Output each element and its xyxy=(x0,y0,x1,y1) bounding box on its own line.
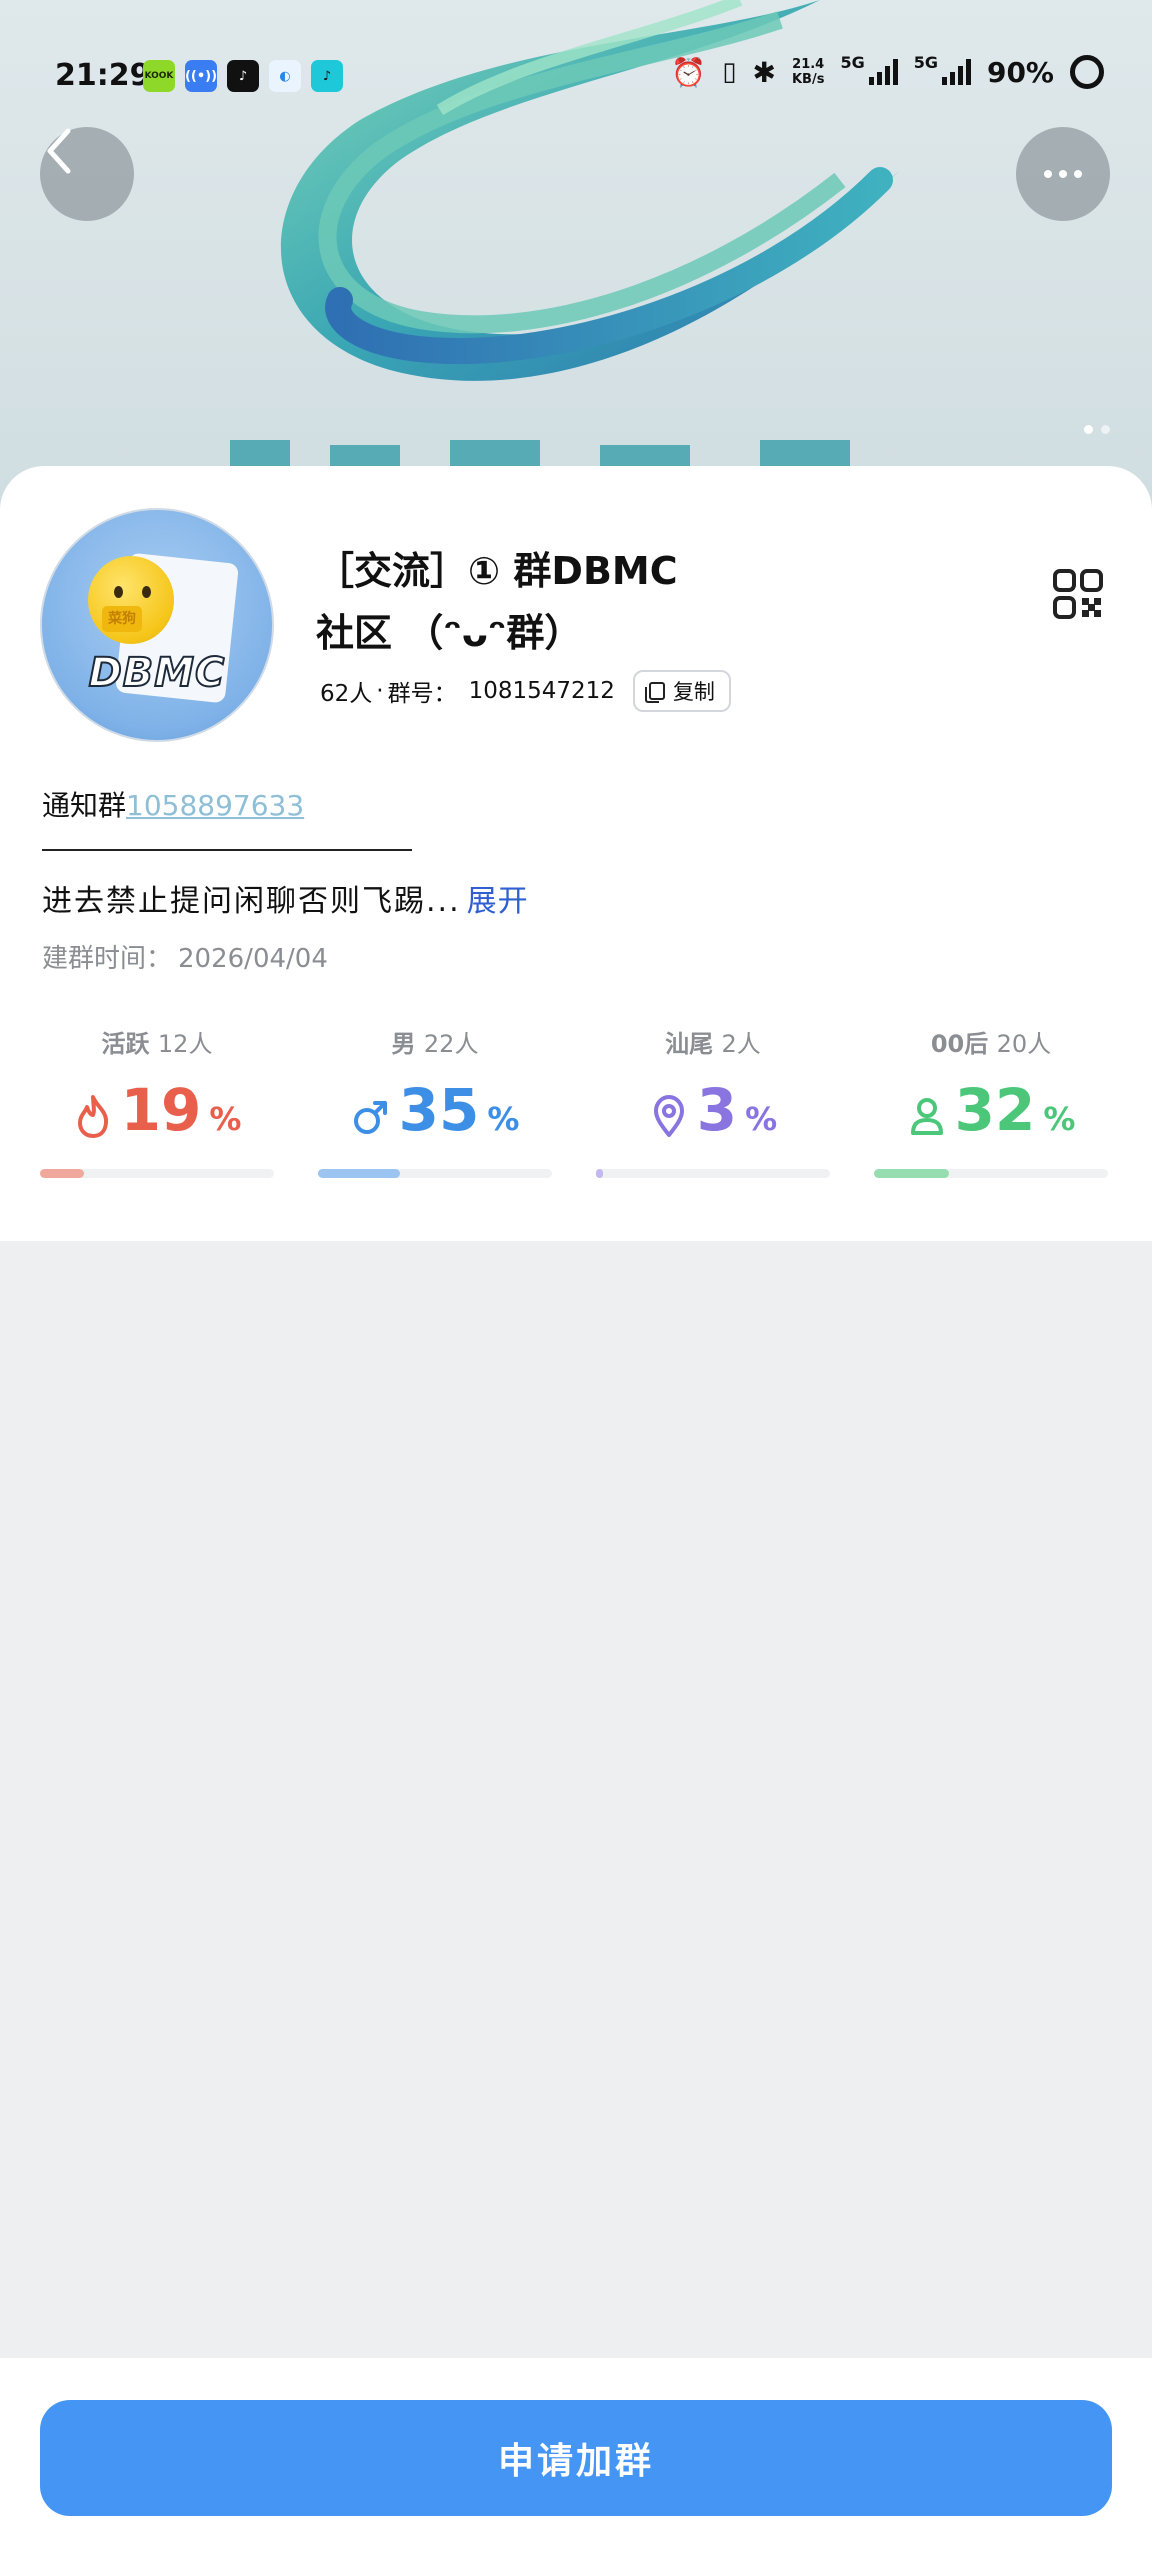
stat-label-text: 活跃 xyxy=(101,1030,150,1058)
group-title: ［交流］① 群DBMC 社区 （ᵔᴗᵔ群） xyxy=(316,540,776,664)
group-description: 进去禁止提问闲聊否则飞踢... 展开 xyxy=(42,876,529,920)
stat-label-text: 00后 xyxy=(930,1030,989,1058)
notice-label: 通知群 xyxy=(42,789,127,822)
group-id-label: 群号： xyxy=(387,681,457,707)
stat-active: 活跃 12人 19 % xyxy=(40,1024,274,1178)
stat-progress-bar xyxy=(40,1169,274,1178)
avatar-badge: 菜狗 xyxy=(102,606,142,632)
stat-progress-bar xyxy=(874,1169,1108,1178)
notice-divider xyxy=(42,849,412,851)
avatar-logo-text: DBMC xyxy=(88,649,226,697)
stat-percent-value: 35 xyxy=(398,1076,480,1144)
bottom-action-bar: 申请加群 xyxy=(0,2358,1152,2560)
created-date: 建群时间： 2026/04/04 xyxy=(42,938,328,975)
chevron-left-icon xyxy=(47,128,71,174)
stat-percent-value: 3 xyxy=(696,1076,738,1144)
stat-value: 35 % xyxy=(318,1081,552,1139)
stat-value: 32 % xyxy=(874,1081,1108,1139)
flame-icon xyxy=(77,1095,108,1138)
member-count: 62人 xyxy=(320,681,373,707)
stat-percent-value: 32 xyxy=(954,1076,1036,1144)
stat-label: 活跃 12人 xyxy=(40,1024,274,1059)
stat-location: 汕尾 2人 3 % xyxy=(596,1024,830,1178)
stat-label: 汕尾 2人 xyxy=(596,1024,830,1059)
stat-value: 3 % xyxy=(596,1081,830,1139)
created-value: 2026/04/04 xyxy=(178,944,328,974)
qq-browser-icon: ◐ xyxy=(269,60,301,92)
join-group-button[interactable]: 申请加群 xyxy=(40,2400,1112,2516)
bluetooth-icon: ✱ xyxy=(752,55,776,89)
stat-percent-unit: % xyxy=(209,1100,242,1138)
stat-progress-bar xyxy=(318,1169,552,1178)
stat-progress-fill xyxy=(596,1169,604,1178)
person-icon xyxy=(910,1098,943,1135)
group-avatar[interactable]: 菜狗 DBMC xyxy=(40,508,274,742)
stat-percent-unit: % xyxy=(1043,1100,1076,1138)
notice-line: 通知群1058897633 xyxy=(42,784,304,824)
status-time: 21:29 xyxy=(55,58,151,93)
tiktok-lite-icon: ♪ xyxy=(311,60,343,92)
meta-separator: · xyxy=(376,678,384,704)
stat-percent-unit: % xyxy=(745,1100,778,1138)
stat-count: 2人 xyxy=(721,1030,761,1058)
sim1-signal-icon xyxy=(868,59,898,85)
stat-label: 00后 20人 xyxy=(874,1024,1108,1059)
stat-value: 19 % xyxy=(40,1081,274,1139)
notice-group-link[interactable]: 1058897633 xyxy=(126,789,304,822)
sim2-signal-icon xyxy=(941,59,971,85)
stat-label-text: 男 xyxy=(391,1030,416,1058)
battery-percent: 90% xyxy=(986,55,1054,89)
status-bar: 21:29 KOOK ((•)) ♪ ◐ ♪ ⏰ ▯ ✱ 21.4 KB/s 5… xyxy=(0,0,1152,150)
more-dots-icon xyxy=(1044,170,1082,178)
group-title-line1: ［交流］① 群DBMC xyxy=(316,549,678,593)
description-text: 进去禁止提问闲聊否则飞踢... xyxy=(42,884,461,919)
mascot-eye xyxy=(114,586,123,598)
group-meta: 62人 · 群号： 1081547212 复制 xyxy=(320,670,731,712)
stat-age: 00后 20人 32 % xyxy=(874,1024,1108,1178)
network-speed-value: 21.4 xyxy=(792,57,825,72)
group-id: 1081547212 xyxy=(468,678,615,704)
stat-progress-fill xyxy=(40,1169,85,1178)
network-speed-unit: KB/s xyxy=(791,72,825,87)
stat-label: 男 22人 xyxy=(318,1024,552,1059)
group-title-line2: 社区 （ᵔᴗᵔ群） xyxy=(316,611,583,655)
status-indicators: ⏰ ▯ ✱ 21.4 KB/s 5G 5G 90% xyxy=(671,52,1104,89)
more-options-button[interactable] xyxy=(1016,127,1110,221)
stat-count: 20人 xyxy=(996,1030,1052,1058)
location-pin-icon xyxy=(653,1095,684,1137)
back-button[interactable] xyxy=(40,127,134,221)
copy-id-button[interactable]: 复制 xyxy=(632,670,731,712)
page-dot-active xyxy=(1084,425,1093,434)
copy-label: 复制 xyxy=(672,680,715,704)
alarm-icon: ⏰ xyxy=(671,55,707,89)
stat-percent-value: 19 xyxy=(120,1076,202,1144)
network-speed: 21.4 KB/s xyxy=(792,57,824,87)
stat-progress-bar xyxy=(596,1169,830,1178)
page-dot xyxy=(1101,425,1110,434)
stat-label-text: 汕尾 xyxy=(665,1030,714,1058)
stat-count: 22人 xyxy=(423,1030,479,1058)
stat-progress-fill xyxy=(874,1169,949,1178)
group-banner: 21:29 KOOK ((•)) ♪ ◐ ♪ ⏰ ▯ ✱ 21.4 KB/s 5… xyxy=(0,0,1152,520)
broadcast-icon: ((•)) xyxy=(185,60,217,92)
vibrate-icon: ▯ xyxy=(722,57,737,87)
stat-percent-unit: % xyxy=(487,1100,520,1138)
stat-progress-fill xyxy=(318,1169,400,1178)
mascot-eye xyxy=(142,586,151,598)
copy-icon xyxy=(644,682,665,703)
stat-male: 男 22人 35 % xyxy=(318,1024,552,1178)
sim2-network-label: 5G xyxy=(913,52,938,72)
group-info-card: 菜狗 DBMC ［交流］① 群DBMC 社区 （ᵔᴗᵔ群） 62人 · 群号： … xyxy=(0,466,1152,1241)
tiktok-icon: ♪ xyxy=(227,60,259,92)
expand-button[interactable]: 展开 xyxy=(467,884,529,919)
stat-count: 12人 xyxy=(157,1030,213,1058)
kook-icon: KOOK xyxy=(143,60,175,92)
qr-code-icon[interactable] xyxy=(1052,568,1104,620)
created-label: 建群时间： xyxy=(42,944,173,974)
notification-app-icons: KOOK ((•)) ♪ ◐ ♪ xyxy=(143,60,343,92)
male-icon xyxy=(353,1101,387,1134)
sim1-network-label: 5G xyxy=(840,52,865,72)
banner-page-indicator xyxy=(1084,425,1110,434)
battery-icon xyxy=(1070,55,1104,89)
